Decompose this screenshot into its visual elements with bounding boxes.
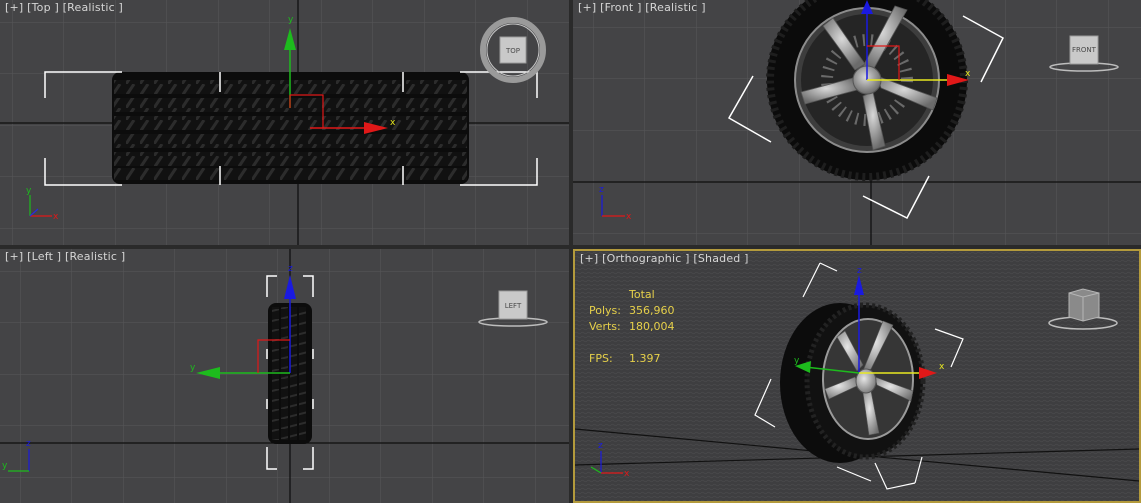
svg-text:z: z [26, 439, 31, 449]
viewport-left-label[interactable]: [+] [Left ] [Realistic ] [5, 250, 125, 263]
svg-text:y: y [2, 461, 8, 471]
viewport-orthographic-label[interactable]: [+] [Orthographic ] [Shaded ] [580, 252, 749, 265]
gizmo-y-label: y [288, 15, 294, 25]
svg-text:x: x [53, 212, 59, 222]
gizmo-x-label: x [390, 118, 396, 128]
stats-fps: FPS: 1.397 [589, 352, 661, 365]
svg-text:x: x [965, 69, 971, 79]
viewport-left-canvas: z y LEFT z y [0, 249, 569, 503]
svg-text:y: y [190, 363, 196, 373]
stats-verts: Verts: 180,004 [589, 320, 675, 333]
svg-text:z: z [599, 185, 604, 195]
svg-text:z: z [288, 264, 293, 274]
svg-text:x: x [626, 212, 632, 222]
statistics-overlay: Total Polys: 356,960 Verts: 180,004 FPS: 1.… [589, 287, 675, 367]
svg-text:z: z [857, 266, 862, 276]
viewcube-left-label: LEFT [505, 302, 522, 310]
svg-text:y: y [26, 186, 32, 196]
viewport-orthographic[interactable]: z x y z x [+] [Orthographic ] [Shaded ] … [573, 249, 1141, 503]
viewport-front-canvas: x FRONT z x [573, 0, 1141, 245]
viewport-front[interactable]: x FRONT z x [+] [Front ] [Realistic ] [573, 0, 1141, 245]
viewport-front-label[interactable]: [+] [Front ] [Realistic ] [578, 1, 706, 14]
wheel-model-perspective[interactable] [780, 302, 926, 463]
svg-text:x: x [624, 469, 630, 479]
svg-text:y: y [794, 356, 800, 366]
stats-polys: Polys: 356,960 [589, 304, 675, 317]
viewport-left[interactable]: z y LEFT z y [+] [Left ] [Realistic ] [0, 249, 569, 503]
viewport-top-canvas: x y TOP y x [0, 0, 569, 245]
viewcube-front-label: FRONT [1072, 46, 1097, 54]
viewport-top-label[interactable]: [+] [Top ] [Realistic ] [5, 1, 123, 14]
viewcube-top-label: TOP [505, 47, 520, 55]
svg-text:z: z [598, 441, 603, 451]
stats-header: Total [629, 288, 655, 301]
svg-text:x: x [939, 362, 945, 372]
viewport-top[interactable]: x y TOP y x [+] [Top ] [Realistic ] [0, 0, 569, 245]
